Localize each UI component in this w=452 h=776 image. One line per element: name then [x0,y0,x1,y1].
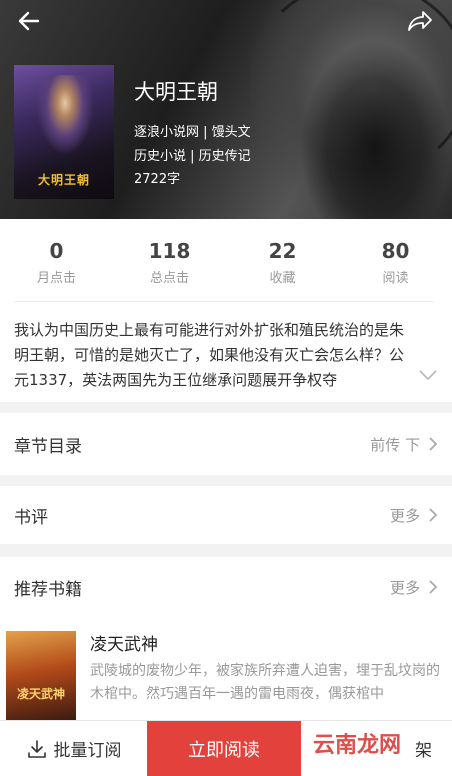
banner-artwork-figure [300,40,450,219]
recommended-book-cover[interactable]: 凌天武神 [6,631,76,721]
book-cover[interactable]: 大明王朝 [14,65,114,199]
stat-label: 总点击 [149,271,189,286]
chevron-right-icon [429,437,438,451]
read-now-label: 立即阅读 [188,739,260,761]
book-stats: 0 月点击 118 总点击 22 收藏 80 阅读 [0,219,452,301]
stat-label: 收藏 [269,271,296,286]
chapter-list-latest: 前传 下 [370,434,438,455]
reviews-row[interactable]: 书评 更多 [0,486,452,544]
book-category: 历史小说 | 历史传记 [134,149,251,164]
recommended-cover-title: 凌天武神 [16,687,65,701]
stat-label: 阅读 [382,271,409,286]
stat-reads: 80 阅读 [339,219,452,301]
chapter-list-title: 章节目录 [14,436,82,457]
section-gap [0,475,452,486]
chapter-list-row[interactable]: 章节目录 前传 下 [0,413,452,475]
book-title: 大明王朝 [134,80,218,104]
more-label: 更多 [389,578,420,597]
share-button[interactable] [402,4,436,38]
batch-subscribe-label: 批量订阅 [53,741,122,761]
stat-monthly-clicks: 0 月点击 [0,219,113,301]
reviews-title: 书评 [14,507,48,528]
bottom-action-bar: 批量订阅 立即阅读 云南龙网 架 [0,720,452,776]
reviews-more[interactable]: 更多 [390,505,438,526]
recommend-row[interactable]: 推荐书籍 更多 [0,557,452,617]
cover-illustration [36,75,94,155]
recommended-book-title[interactable]: 凌天武神 [90,630,158,655]
recommend-title: 推荐书籍 [14,579,82,600]
section-gap [0,402,452,413]
book-source-author: 逐浪小说网 | 馒头文 [134,125,251,140]
section-gap [0,544,452,557]
stat-label: 月点击 [36,271,76,286]
stat-favorites: 22 收藏 [226,219,339,301]
back-button[interactable] [12,4,46,38]
back-arrow-icon [18,11,40,31]
book-word-count: 2722字 [134,172,181,187]
stat-value: 80 [381,239,410,263]
expand-description-button[interactable] [414,362,442,388]
recommended-book-description: 武陵城的废物少年，被家族所弃遭人迫害，埋于乱坟岗的木棺中。然巧遇百年一遇的雷电雨… [90,663,440,702]
chevron-right-icon [429,508,438,522]
chevron-right-icon [429,580,438,594]
watermark: 云南龙网 [313,733,402,758]
shelf-label: 架 [415,741,432,761]
recommend-more[interactable]: 更多 [390,577,438,598]
stat-value: 22 [268,239,297,263]
latest-chapter-label: 前传 下 [370,435,420,454]
cover-title: 大明王朝 [37,173,90,187]
stat-value: 0 [49,239,64,263]
book-header-banner: 大明王朝 大明王朝 逐浪小说网 | 馒头文 历史小说 | 历史传记 2722字 [0,0,452,219]
stat-value: 118 [148,239,191,263]
add-to-shelf-button[interactable]: 云南龙网 架 [301,721,452,776]
divider [14,301,434,302]
read-now-button[interactable]: 立即阅读 [147,721,301,776]
book-description[interactable]: 我认为中国历史上最有可能进行对外扩张和殖民统治的是朱明王朝，可惜的是她灭亡了，如… [14,318,414,393]
batch-subscribe-button[interactable]: 批量订阅 [0,721,147,776]
stat-total-clicks: 118 总点击 [113,219,226,301]
download-icon [27,739,46,758]
more-label: 更多 [389,506,420,525]
chevron-down-icon [419,370,437,381]
share-icon [408,11,432,31]
